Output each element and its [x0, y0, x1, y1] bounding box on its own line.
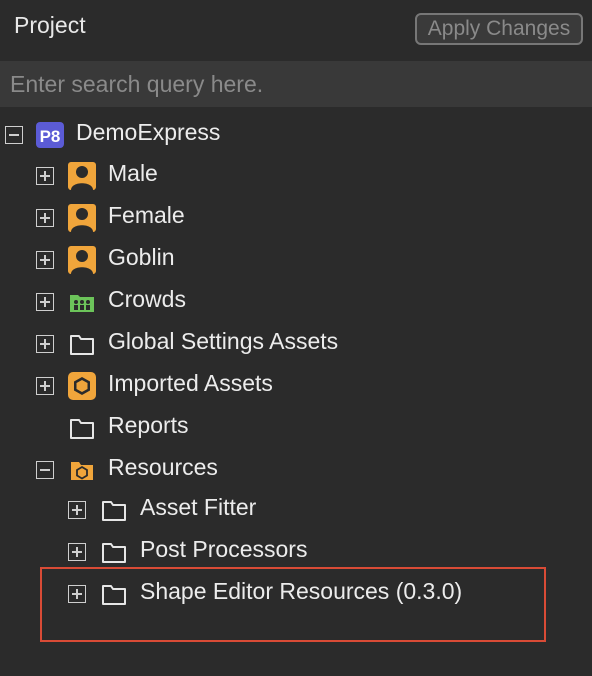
tree-item-label: Global Settings Assets: [108, 328, 339, 354]
tree-item-label: Female: [108, 202, 185, 228]
expand-toggle[interactable]: [68, 543, 86, 561]
folder-icon: [99, 495, 129, 525]
expand-toggle[interactable]: [36, 209, 54, 227]
p8-project-icon: P8: [35, 120, 65, 150]
tree-item-imported-assets[interactable]: Imported Assets: [0, 365, 592, 407]
tree-item-female[interactable]: Female: [0, 197, 592, 239]
svg-text:P8: P8: [40, 127, 61, 146]
search-input[interactable]: [0, 61, 592, 107]
tree-item-label: Reports: [108, 412, 189, 438]
tree-item-reports[interactable]: Reports: [0, 407, 592, 449]
highlight-box: [40, 567, 546, 642]
collapse-toggle[interactable]: [5, 126, 23, 144]
tree-item-resources[interactable]: Resources: [0, 449, 592, 491]
project-panel: Project Apply Changes P8 DemoExpress: [0, 0, 592, 676]
tree-item-label: Resources: [108, 454, 218, 480]
tree-item-asset-fitter[interactable]: Asset Fitter: [0, 489, 592, 531]
hexagon-asset-icon: [67, 371, 97, 401]
tree-item-male[interactable]: Male: [0, 155, 592, 197]
panel-header: Project Apply Changes: [0, 0, 592, 60]
expand-toggle[interactable]: [68, 501, 86, 519]
crowd-folder-icon: [67, 287, 97, 317]
tree-item-goblin[interactable]: Goblin: [0, 239, 592, 281]
folder-icon: [67, 329, 97, 359]
expand-toggle[interactable]: [36, 377, 54, 395]
expand-toggle[interactable]: [36, 293, 54, 311]
expand-toggle[interactable]: [36, 167, 54, 185]
expand-toggle[interactable]: [36, 251, 54, 269]
tree-item-label: DemoExpress: [76, 119, 221, 145]
resources-folder-icon: [67, 455, 97, 485]
collapse-toggle[interactable]: [36, 461, 54, 479]
tree-item-label: Goblin: [108, 244, 175, 270]
folder-icon: [99, 537, 129, 567]
folder-icon: [67, 413, 97, 443]
tree-item-label: Crowds: [108, 286, 186, 312]
tree-item-label: Imported Assets: [108, 370, 273, 396]
expand-toggle[interactable]: [36, 335, 54, 353]
character-icon: [67, 161, 97, 191]
tree-item-crowds[interactable]: Crowds: [0, 281, 592, 323]
panel-title: Project: [14, 12, 86, 38]
tree-item-label: Post Processors: [140, 536, 308, 562]
tree-item-demoexpress[interactable]: P8 DemoExpress: [0, 114, 592, 156]
tree-item-label: Asset Fitter: [140, 494, 257, 520]
character-icon: [67, 203, 97, 233]
tree-item-label: Male: [108, 160, 158, 186]
tree-item-global-settings-assets[interactable]: Global Settings Assets: [0, 323, 592, 365]
character-icon: [67, 245, 97, 275]
apply-changes-button[interactable]: Apply Changes: [415, 13, 583, 45]
